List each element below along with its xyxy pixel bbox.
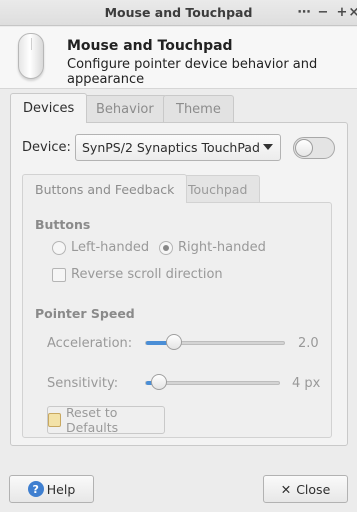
chevron-down-icon xyxy=(263,144,273,150)
acceleration-slider-handle[interactable] xyxy=(166,334,182,350)
tab-devices[interactable]: Devices xyxy=(10,93,88,123)
reset-defaults-label: Reset to Defaults xyxy=(65,405,119,435)
sensitivity-label: Sensitivity: xyxy=(47,376,119,391)
acceleration-slider[interactable] xyxy=(145,334,285,350)
tab-buttons-feedback[interactable]: Buttons and Feedback xyxy=(22,174,188,203)
left-handed-label: Left-handed xyxy=(71,240,150,255)
help-button-label: Help xyxy=(46,481,76,497)
device-select[interactable]: SynPS/2 Synaptics TouchPad xyxy=(75,134,281,161)
acceleration-value: 2.0 xyxy=(298,336,319,351)
header-title: Mouse and Touchpad xyxy=(67,38,233,54)
device-enable-toggle[interactable] xyxy=(293,137,335,159)
minimize-icon[interactable]: − xyxy=(315,4,331,20)
sensitivity-value: 4 px xyxy=(292,376,321,391)
help-button[interactable]: ? Help xyxy=(9,475,94,503)
device-select-value: SynPS/2 Synaptics TouchPad xyxy=(82,140,260,155)
window-titlebar: Mouse and Touchpad ⋯ − + × xyxy=(0,0,357,26)
help-icon: ? xyxy=(27,481,44,497)
mouse-icon xyxy=(18,33,44,79)
sensitivity-slider[interactable] xyxy=(145,374,280,390)
close-icon: ✕ xyxy=(280,481,292,497)
tab-behavior[interactable]: Behavior xyxy=(83,95,167,123)
left-handed-radio[interactable] xyxy=(52,241,66,255)
close-button-label: Close xyxy=(296,481,331,497)
right-handed-label: Right-handed xyxy=(178,240,266,255)
menu-icon[interactable]: ⋯ xyxy=(296,4,312,20)
toggle-knob xyxy=(295,139,313,157)
reverse-scroll-label: Reverse scroll direction xyxy=(71,267,223,282)
close-button[interactable]: ✕ Close xyxy=(263,475,348,503)
right-handed-radio[interactable] xyxy=(159,241,173,255)
tab-touchpad[interactable]: Touchpad xyxy=(175,175,261,202)
tab-theme[interactable]: Theme xyxy=(163,95,234,123)
header-subtitle: Configure pointer device behavior and ap… xyxy=(67,57,318,87)
buttons-section-title: Buttons xyxy=(35,217,91,232)
reset-defaults-button[interactable]: Reset to Defaults xyxy=(47,405,165,435)
reverse-scroll-checkbox[interactable] xyxy=(52,268,66,282)
dialog-header: Mouse and Touchpad Configure pointer dev… xyxy=(0,27,357,89)
device-label: Device: xyxy=(22,140,71,155)
acceleration-label: Acceleration: xyxy=(47,336,133,351)
pointer-speed-title: Pointer Speed xyxy=(35,306,135,321)
reset-icon xyxy=(48,413,61,427)
close-window-icon[interactable]: × xyxy=(349,4,357,20)
sensitivity-slider-handle[interactable] xyxy=(151,374,167,390)
